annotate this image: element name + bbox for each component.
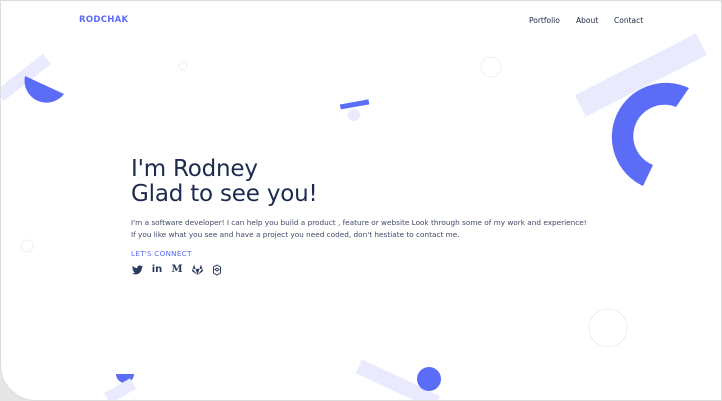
deco-halfcircle-topleft — [24, 76, 64, 103]
top-navbar: RODCHAK Portfolio About Contact — [1, 1, 721, 41]
hero-title-line2: Glad to see you! — [131, 181, 318, 207]
lets-connect-label: LET'S CONNECT — [131, 249, 192, 258]
nav-about-link[interactable]: About — [576, 16, 598, 25]
deco-ring-bottom-right — [588, 308, 628, 348]
logo[interactable]: RODCHAK — [79, 15, 128, 25]
medium-glyph: M — [171, 264, 183, 275]
nav-contact-link[interactable]: Contact — [614, 16, 643, 25]
hero-description: I'm a software developer! I can help you… — [131, 218, 587, 239]
twitter-icon[interactable] — [131, 264, 143, 276]
nav-portfolio-link[interactable]: Portfolio — [529, 16, 560, 25]
deco-dot-bottom — [417, 367, 441, 391]
deco-bar-bottom — [104, 378, 136, 400]
medium-icon[interactable]: M — [171, 264, 183, 276]
linkedin-glyph: in — [151, 264, 163, 275]
deco-arc-right — [611, 82, 689, 186]
social-links: in M — [131, 264, 601, 276]
hero-section: I'm Rodney Glad to see you! I'm a softwa… — [131, 157, 601, 276]
deco-ring-small — [178, 61, 188, 71]
page-frame: RODCHAK Portfolio About Contact I'm Rodn… — [0, 0, 722, 401]
hero-title: I'm Rodney Glad to see you! — [131, 157, 601, 207]
gitlab-icon[interactable] — [191, 264, 203, 276]
linkedin-icon[interactable]: in — [151, 264, 163, 276]
deco-small-bar — [339, 99, 370, 110]
deco-ring-mid — [480, 56, 502, 78]
codepen-icon[interactable] — [211, 264, 223, 276]
hero-title-line1: I'm Rodney — [131, 156, 258, 182]
deco-small-dot — [348, 109, 360, 121]
deco-ring-left — [20, 239, 34, 253]
